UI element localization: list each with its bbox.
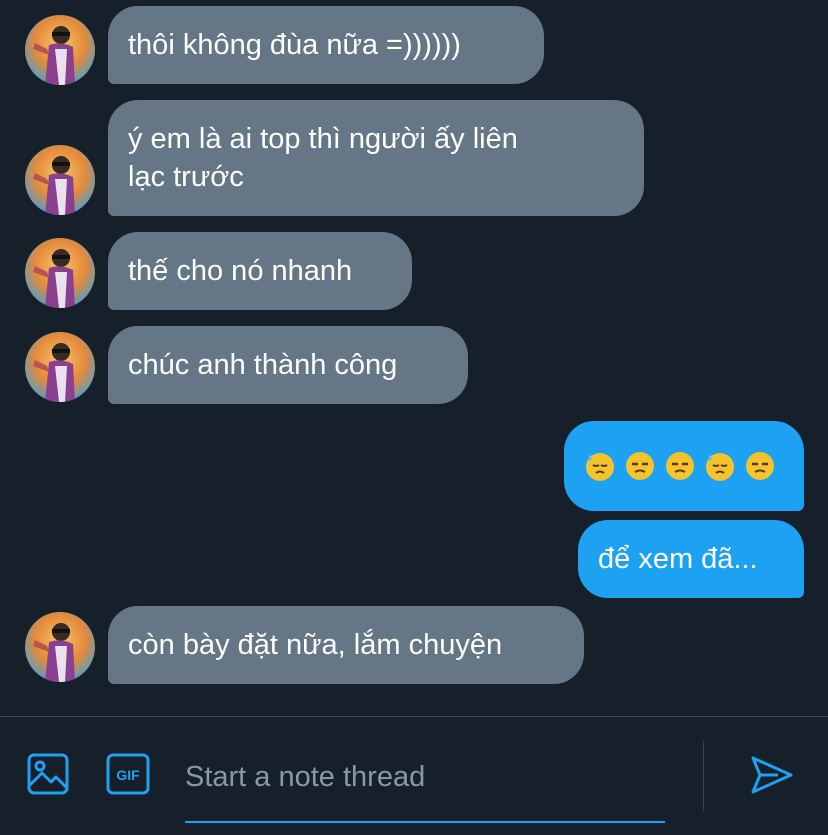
note-thread-input[interactable] bbox=[185, 757, 665, 797]
message-text: để xem đã... bbox=[598, 543, 758, 575]
gif-icon[interactable]: GIF bbox=[106, 753, 150, 795]
message-text: ý em là ai top thì người ấy liên lạc trư… bbox=[128, 123, 518, 193]
downcast-face-with-sweat-icon bbox=[706, 453, 734, 481]
message-bubble[interactable] bbox=[564, 421, 804, 511]
note-input-wrapper bbox=[185, 739, 665, 823]
message-bubble[interactable]: chúc anh thành công bbox=[108, 326, 468, 404]
message-row-outgoing: để xem đã... bbox=[0, 520, 828, 598]
composer-bar: GIF bbox=[0, 716, 828, 835]
message-bubble[interactable]: thế cho nó nhanh bbox=[108, 232, 412, 310]
image-icon[interactable] bbox=[27, 753, 69, 795]
message-row-incoming: chúc anh thành công bbox=[0, 326, 828, 404]
avatar[interactable] bbox=[25, 145, 95, 215]
unamused-face-icon bbox=[626, 452, 654, 480]
message-bubble[interactable]: thôi không đùa nữa =)))))) bbox=[108, 6, 544, 84]
downcast-face-with-sweat-icon bbox=[586, 453, 614, 481]
avatar[interactable] bbox=[25, 332, 95, 402]
message-row-incoming: còn bày đặt nữa, lắm chuyện bbox=[0, 606, 828, 684]
message-text: chúc anh thành công bbox=[128, 349, 398, 381]
message-bubble[interactable]: còn bày đặt nữa, lắm chuyện bbox=[108, 606, 584, 684]
message-row-incoming: thôi không đùa nữa =)))))) bbox=[0, 6, 828, 85]
gif-label: GIF bbox=[116, 767, 140, 783]
avatar[interactable] bbox=[25, 612, 95, 682]
message-text: còn bày đặt nữa, lắm chuyện bbox=[128, 629, 503, 661]
emoji-group bbox=[584, 421, 784, 511]
composer-divider bbox=[703, 741, 704, 811]
send-icon[interactable] bbox=[750, 755, 794, 795]
message-row-incoming: thế cho nó nhanh bbox=[0, 232, 828, 310]
unamused-face-icon bbox=[666, 452, 694, 480]
avatar[interactable] bbox=[25, 238, 95, 308]
message-row-incoming: ý em là ai top thì người ấy liên lạc trư… bbox=[0, 100, 828, 216]
message-row-outgoing bbox=[0, 421, 828, 511]
message-thread: thôi không đùa nữa =)))))) ý em là ai to… bbox=[0, 0, 828, 716]
message-text: thôi không đùa nữa =)))))) bbox=[128, 29, 461, 61]
unamused-face-icon bbox=[746, 452, 774, 480]
message-bubble[interactable]: để xem đã... bbox=[578, 520, 804, 598]
message-bubble[interactable]: ý em là ai top thì người ấy liên lạc trư… bbox=[108, 100, 644, 216]
message-text: thế cho nó nhanh bbox=[128, 255, 353, 287]
avatar[interactable] bbox=[25, 15, 95, 85]
